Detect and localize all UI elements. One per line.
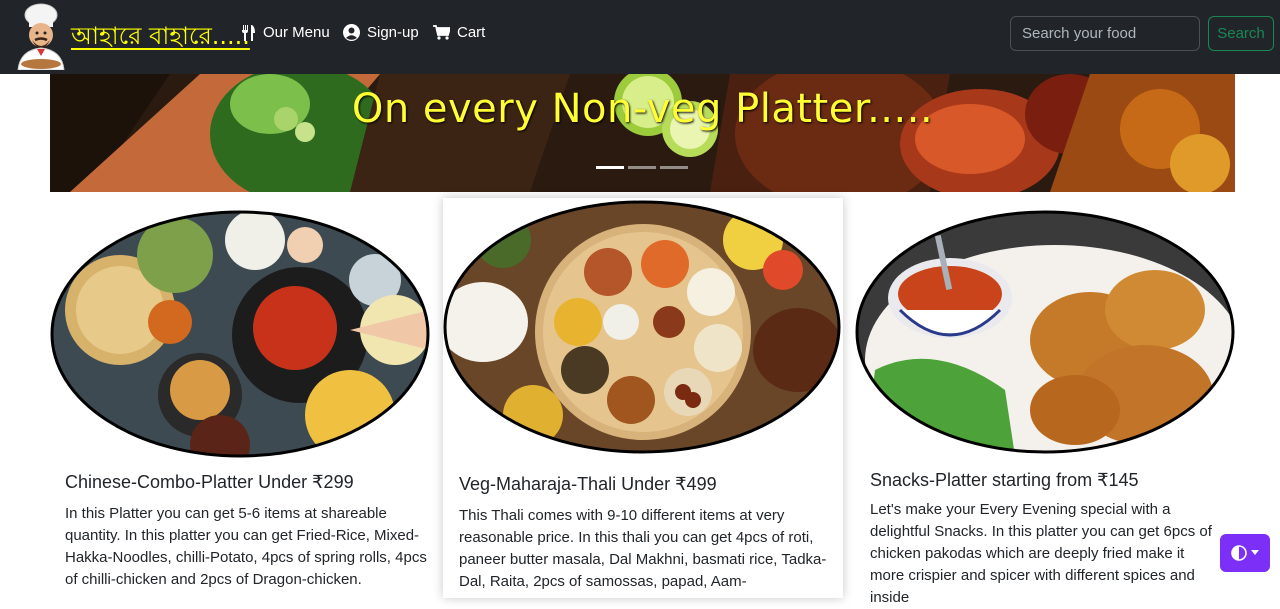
card-text: In this Platter you can get 5-6 items at… — [65, 505, 427, 588]
carousel-indicators — [596, 166, 688, 169]
carousel-indicator-2[interactable] — [628, 166, 656, 169]
nav-sign-up-label: Sign-up — [367, 24, 419, 41]
search-button[interactable]: Search — [1208, 16, 1274, 51]
card-title: Snacks-Platter starting from ₹145 — [870, 470, 1139, 490]
chinese-platter-image — [50, 210, 430, 458]
theme-toggle-button[interactable] — [1220, 534, 1270, 572]
card-title: Veg-Maharaja-Thali Under ₹499 — [459, 474, 717, 494]
cart-icon — [433, 25, 450, 40]
card-text: This Thali comes with 9-10 different ite… — [459, 507, 827, 590]
nav-cart-label: Cart — [457, 24, 486, 41]
veg-thali-image — [443, 200, 841, 454]
card-chinese-combo[interactable]: Chinese-Combo-Platter Under ₹299 In this… — [50, 200, 442, 600]
utensils-icon — [242, 24, 255, 41]
card-snacks-platter[interactable]: Snacks-Platter starting from ₹145 Let's … — [855, 200, 1247, 606]
nav-our-menu[interactable]: Our Menu — [241, 24, 330, 41]
half-circle-theme-icon — [1231, 545, 1247, 561]
user-circle-icon — [343, 24, 360, 41]
snacks-platter-image — [855, 210, 1235, 454]
carousel-caption: On every Non-veg Platter..... — [351, 86, 934, 132]
brand-name[interactable]: আহারে বাহারে..... — [71, 18, 250, 58]
card-text: Let's make your Every Evening special wi… — [870, 501, 1212, 606]
chef-logo-icon[interactable] — [10, 2, 72, 70]
nav-our-menu-label: Our Menu — [263, 24, 330, 41]
nav-sign-up[interactable]: Sign-up — [343, 24, 419, 41]
caret-down-icon — [1251, 550, 1259, 555]
carousel-indicator-3[interactable] — [660, 166, 688, 169]
carousel-indicator-1[interactable] — [596, 166, 624, 169]
navbar: আহারে বাহারে..... Our Menu Sign-up Cart … — [0, 0, 1280, 74]
hero-carousel: On every Non-veg Platter..... — [50, 74, 1235, 192]
card-veg-thali[interactable]: Veg-Maharaja-Thali Under ₹499 This Thali… — [443, 198, 843, 598]
search-input[interactable] — [1010, 16, 1200, 51]
card-title: Chinese-Combo-Platter Under ₹299 — [65, 472, 354, 492]
nav-cart[interactable]: Cart — [433, 24, 485, 41]
